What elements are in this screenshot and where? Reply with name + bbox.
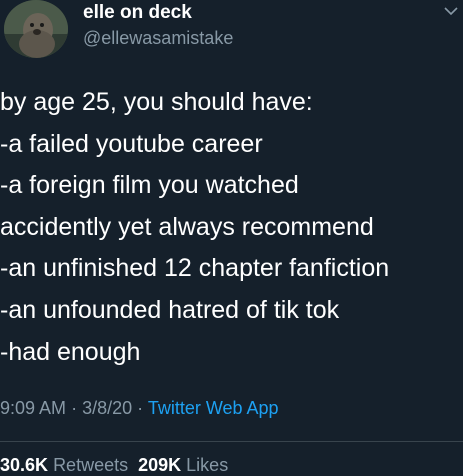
likes-count: 209K — [138, 455, 182, 475]
divider — [0, 441, 463, 442]
likes-stat[interactable]: 209K Likes — [138, 455, 228, 475]
tweet-line: -a foreign film you watched — [0, 171, 299, 200]
tweet-source-link[interactable]: Twitter Web App — [148, 398, 279, 418]
tweet-line: -had enough — [0, 337, 141, 366]
meta-separator: · — [71, 398, 78, 418]
tweet-line: -an unfounded hatred of tik tok — [0, 295, 340, 324]
retweets-count: 30.6K — [0, 455, 49, 475]
tweet-date[interactable]: 3/8/20 — [82, 398, 132, 418]
tweet-line: accidently yet always recommend — [0, 212, 374, 241]
tweet-line: -a failed youtube career — [0, 129, 263, 158]
likes-label: Likes — [186, 455, 229, 475]
retweets-label: Retweets — [53, 455, 129, 475]
tweet-line: -an unfinished 12 chapter fanfiction — [0, 254, 390, 283]
author-display-name[interactable]: elle on deck — [83, 2, 192, 24]
author-handle[interactable]: @ellewasamistake — [83, 28, 233, 49]
avatar[interactable] — [4, 0, 68, 58]
tweet-meta: 9:09 AM · 3/8/20 · Twitter Web App — [0, 398, 279, 419]
meta-separator: · — [137, 398, 144, 418]
tweet-line: by age 25, you should have: — [0, 88, 313, 116]
tweet-time[interactable]: 9:09 AM — [0, 398, 66, 418]
tweet-stats: 30.6K Retweets 209K Likes — [0, 455, 228, 476]
seal-avatar-image — [4, 0, 68, 58]
retweets-stat[interactable]: 30.6K Retweets — [0, 455, 128, 475]
chevron-down-icon[interactable] — [443, 4, 459, 18]
tweet-text: by age 25, you should have: -a failed yo… — [0, 82, 463, 373]
